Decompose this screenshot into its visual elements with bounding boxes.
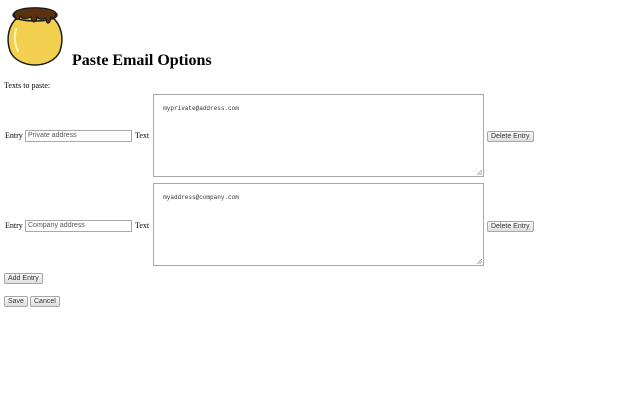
delete-entry-button[interactable]: Delete Entry: [487, 131, 534, 142]
text-label: Text: [135, 221, 150, 230]
entry-text-area[interactable]: myprivate@address.com: [153, 94, 484, 177]
text-label: Text: [135, 131, 150, 140]
delete-entry-button[interactable]: Delete Entry: [487, 221, 534, 232]
page-title: Paste Email Options: [72, 52, 212, 69]
entry-name-input[interactable]: Private address: [25, 130, 132, 142]
save-button[interactable]: Save: [4, 296, 28, 307]
entry-label: Entry: [5, 221, 23, 230]
resize-grip-icon[interactable]: [477, 259, 482, 264]
add-entry-button[interactable]: Add Entry: [4, 273, 43, 284]
entry-text-value: myprivate@address.com: [163, 105, 239, 112]
entry-name-input[interactable]: Company address: [25, 220, 132, 232]
texts-section-label: Texts to paste:: [4, 81, 51, 90]
entry-text-area[interactable]: myaddress@company.com: [153, 183, 484, 266]
honey-pot-icon: [7, 7, 63, 66]
resize-grip-icon[interactable]: [477, 170, 482, 175]
entry-text-value: myaddress@company.com: [163, 194, 239, 201]
cancel-button[interactable]: Cancel: [30, 296, 60, 307]
entry-label: Entry: [5, 131, 23, 140]
